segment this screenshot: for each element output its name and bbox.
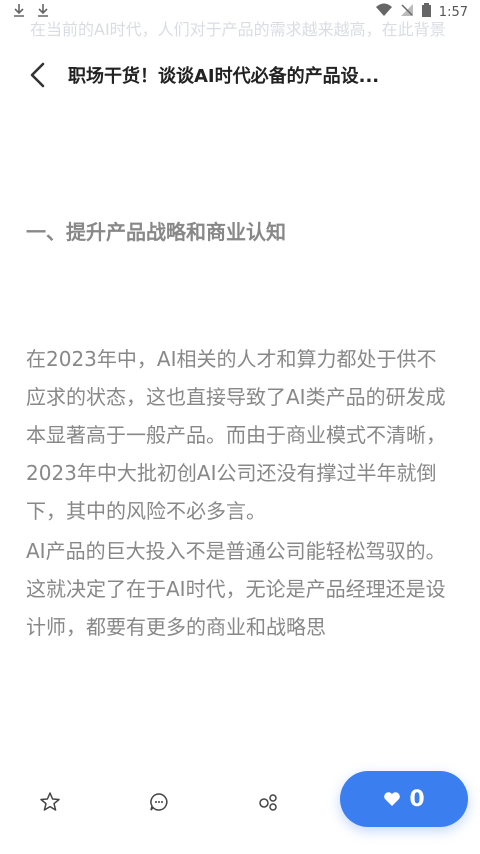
article-paragraph: AI产品的巨大投入不是普通公司能轻松驾驭的。这就决定了在于AI时代，无论是产品经…	[26, 539, 446, 639]
share-button[interactable]	[250, 784, 286, 820]
share-icon	[259, 794, 277, 811]
chevron-left-icon	[30, 62, 45, 88]
article-paragraph: 在2023年中，AI相关的人才和算力都处于供不应求的状态，这也直接导致了AI类产…	[26, 347, 446, 523]
like-count: 0	[409, 786, 425, 812]
wifi-icon	[375, 3, 392, 21]
star-icon	[40, 792, 60, 811]
comment-button[interactable]	[141, 784, 177, 820]
like-button[interactable]: 0	[340, 771, 468, 827]
signal-off-icon	[400, 3, 414, 21]
battery-icon	[421, 3, 431, 21]
article-content: 一、提升产品战略和商业认知 在2023年中，AI相关的人才和算力都处于供不应求的…	[26, 120, 454, 754]
bottom-action-bar: 0	[0, 744, 480, 854]
page-title: 职场干货！谈谈AI时代必备的产品设...	[68, 66, 380, 87]
section-heading: 一、提升产品战略和商业认知	[26, 220, 286, 244]
header: 职场干货！谈谈AI时代必备的产品设...	[0, 44, 480, 106]
download-icon	[12, 3, 26, 21]
heart-icon	[384, 792, 401, 806]
status-time: 1:57	[438, 4, 468, 20]
download-icon	[36, 3, 50, 21]
status-bar: 1:57	[0, 0, 480, 24]
comment-icon	[150, 793, 168, 811]
favorite-button[interactable]	[32, 784, 68, 820]
back-button[interactable]	[8, 44, 68, 106]
